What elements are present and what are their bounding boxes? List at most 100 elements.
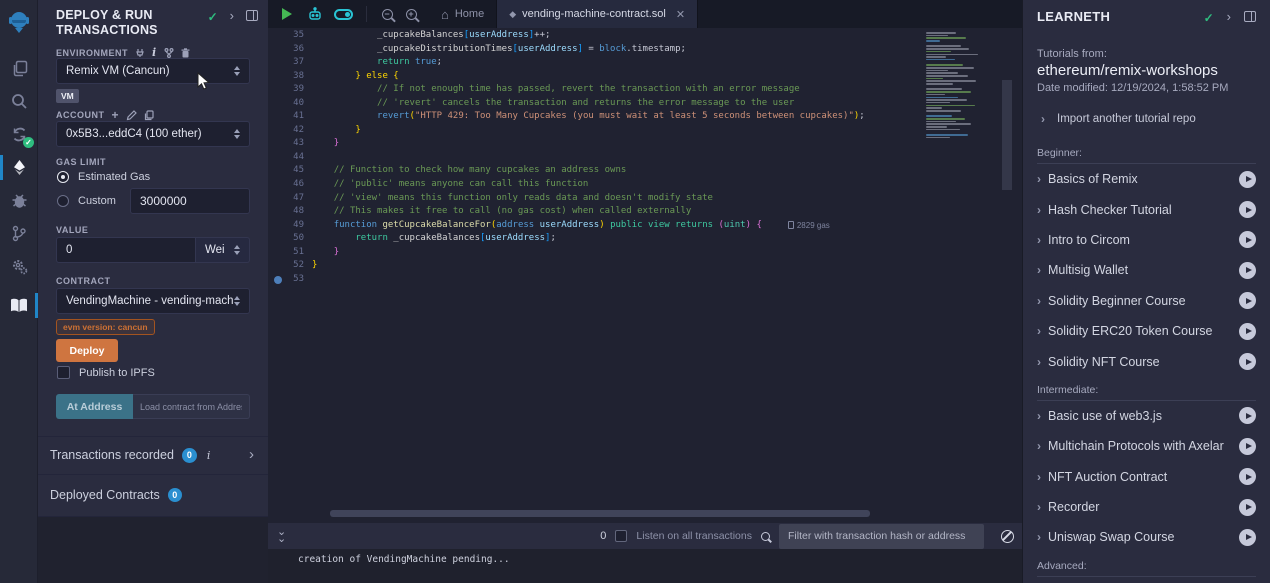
copy-icon[interactable] — [144, 110, 154, 121]
line-number[interactable]: 37 — [268, 56, 312, 70]
code-line[interactable]: 46 // 'public' means anyone can call thi… — [268, 178, 1022, 192]
tutorial-item[interactable]: ›Recorder — [1037, 492, 1256, 522]
start-tutorial-play-button[interactable] — [1239, 499, 1256, 516]
line-number[interactable]: 44 — [268, 151, 312, 165]
settings-icon[interactable] — [0, 250, 38, 283]
code-line[interactable]: 47 // 'view' means this function only re… — [268, 192, 1022, 206]
plug-icon[interactable] — [135, 48, 145, 58]
breakpoint-icon[interactable] — [274, 276, 282, 284]
code-line[interactable]: 41 revert("HTTP 429: Too Many Cupcakes (… — [268, 110, 1022, 124]
chevron-right-icon[interactable]: › — [230, 10, 234, 22]
tutorial-item[interactable]: ›Uniswap Swap Course — [1037, 522, 1256, 552]
code-line[interactable]: 48 // This makes it free to call (no gas… — [268, 205, 1022, 219]
tutorial-item[interactable]: ›Intro to Circom — [1037, 225, 1256, 255]
tutorial-item[interactable]: ›All about Proxy Contracts — [1037, 577, 1256, 583]
code-line[interactable]: 39 // If not enough time has passed, rev… — [268, 83, 1022, 97]
start-tutorial-play-button[interactable] — [1239, 262, 1256, 279]
value-input[interactable] — [56, 237, 196, 263]
zoom-in-button[interactable]: + — [399, 0, 423, 28]
edit-icon[interactable] — [126, 110, 137, 121]
pin-panel-icon[interactable] — [1244, 11, 1256, 22]
line-number[interactable]: 39 — [268, 83, 312, 97]
line-number[interactable]: 51 — [268, 246, 312, 260]
search-icon[interactable] — [0, 85, 38, 118]
start-tutorial-play-button[interactable] — [1239, 468, 1256, 485]
line-number[interactable]: 35 — [268, 29, 312, 43]
tutorial-item[interactable]: ›Hash Checker Tutorial — [1037, 194, 1256, 224]
terminal-log[interactable]: creation of VendingMachine pending... [v… — [268, 549, 1022, 583]
start-tutorial-play-button[interactable] — [1239, 323, 1256, 340]
tab-vending-machine-contract[interactable]: ◆ vending-machine-contract.sol ✕ — [496, 0, 698, 28]
debugger-icon[interactable] — [0, 184, 38, 217]
at-address-input[interactable] — [133, 394, 250, 419]
tutorial-item[interactable]: ›Basic use of web3.js — [1037, 401, 1256, 431]
line-number[interactable]: 38 — [268, 70, 312, 84]
pin-panel-icon[interactable] — [246, 10, 258, 21]
line-number[interactable]: 47 — [268, 192, 312, 206]
editor-minimap[interactable] — [920, 28, 1012, 138]
start-tutorial-play-button[interactable] — [1239, 231, 1256, 248]
value-unit-select[interactable]: Wei — [196, 237, 250, 263]
deploy-button[interactable]: Deploy — [56, 339, 118, 362]
at-address-button[interactable]: At Address — [56, 394, 133, 419]
line-number[interactable]: 50 — [268, 232, 312, 246]
trash-icon[interactable] — [181, 48, 190, 58]
run-script-button[interactable] — [272, 0, 302, 28]
line-number[interactable]: 52 — [268, 259, 312, 273]
publish-ipfs-checkbox[interactable] — [57, 366, 70, 379]
start-tutorial-play-button[interactable] — [1239, 438, 1256, 455]
code-line[interactable]: 35 _cupcakeBalances[userAddress]++; — [268, 29, 1022, 43]
code-line[interactable]: 45 // Function to check how many cupcake… — [268, 164, 1022, 178]
tutorial-item[interactable]: ›NFT Auction Contract — [1037, 462, 1256, 492]
code-line[interactable]: 38 } else { — [268, 70, 1022, 84]
custom-gas-input[interactable] — [130, 188, 250, 214]
deployed-contracts-row[interactable]: Deployed Contracts 0 — [38, 481, 268, 509]
zoom-out-button[interactable]: − — [375, 0, 399, 28]
start-tutorial-play-button[interactable] — [1239, 529, 1256, 546]
clear-terminal-icon[interactable] — [1001, 530, 1014, 543]
line-number[interactable]: 48 — [268, 205, 312, 219]
code-line[interactable]: 36 _cupcakeDistributionTimes[userAddress… — [268, 43, 1022, 57]
file-explorer-icon[interactable] — [0, 52, 38, 85]
environment-select[interactable]: Remix VM (Cancun) — [56, 58, 250, 84]
code-line[interactable]: 37 return true; — [268, 56, 1022, 70]
estimated-gas-radio[interactable] — [57, 171, 69, 183]
git-icon[interactable] — [0, 217, 38, 250]
line-number[interactable]: 41 — [268, 110, 312, 124]
line-number[interactable]: 45 — [268, 164, 312, 178]
copilot-toggle[interactable] — [328, 0, 358, 28]
remix-logo-icon[interactable] — [0, 0, 38, 44]
expand-terminal-icon[interactable]: ⌄⌄ — [277, 529, 285, 543]
transactions-recorded-row[interactable]: Transactions recorded 0 i › — [38, 441, 268, 469]
code-line[interactable]: 51 } — [268, 246, 1022, 260]
tutorial-item[interactable]: ›Solidity ERC20 Token Course — [1037, 316, 1256, 346]
import-tutorial-repo[interactable]: › Import another tutorial repo — [1041, 113, 1256, 125]
chevron-right-icon[interactable]: › — [1227, 11, 1231, 23]
tutorial-item[interactable]: ›Solidity Beginner Course — [1037, 286, 1256, 316]
chevron-right-icon[interactable]: › — [249, 449, 254, 461]
account-select[interactable]: 0x5B3...eddC4 (100 ether) — [56, 121, 250, 147]
close-tab-icon[interactable]: ✕ — [676, 8, 685, 21]
custom-gas-radio[interactable] — [57, 195, 69, 207]
learneth-plugin-icon[interactable] — [0, 289, 38, 322]
code-line[interactable]: 52} — [268, 259, 1022, 273]
code-line[interactable]: 53 — [268, 273, 1022, 287]
code-line[interactable]: 50 return _cupcakeBalances[userAddress]; — [268, 232, 1022, 246]
start-tutorial-play-button[interactable] — [1239, 407, 1256, 424]
listen-all-checkbox[interactable] — [615, 530, 627, 542]
code-line[interactable]: 44 — [268, 151, 1022, 165]
line-number[interactable]: 36 — [268, 43, 312, 57]
line-number[interactable]: 40 — [268, 97, 312, 111]
plus-icon[interactable]: + — [112, 108, 120, 122]
start-tutorial-play-button[interactable] — [1239, 201, 1256, 218]
ai-assistant-button[interactable] — [302, 0, 328, 28]
line-number[interactable]: 49 — [268, 219, 312, 233]
start-tutorial-play-button[interactable] — [1239, 353, 1256, 370]
code-line[interactable]: 49 function getCupcakeBalanceFor(address… — [268, 219, 1022, 233]
start-tutorial-play-button[interactable] — [1239, 171, 1256, 188]
terminal-filter-input[interactable] — [779, 524, 984, 549]
tutorial-item[interactable]: ›Basics of Remix — [1037, 164, 1256, 194]
start-tutorial-play-button[interactable] — [1239, 292, 1256, 309]
line-number[interactable]: 46 — [268, 178, 312, 192]
line-number[interactable]: 42 — [268, 124, 312, 138]
